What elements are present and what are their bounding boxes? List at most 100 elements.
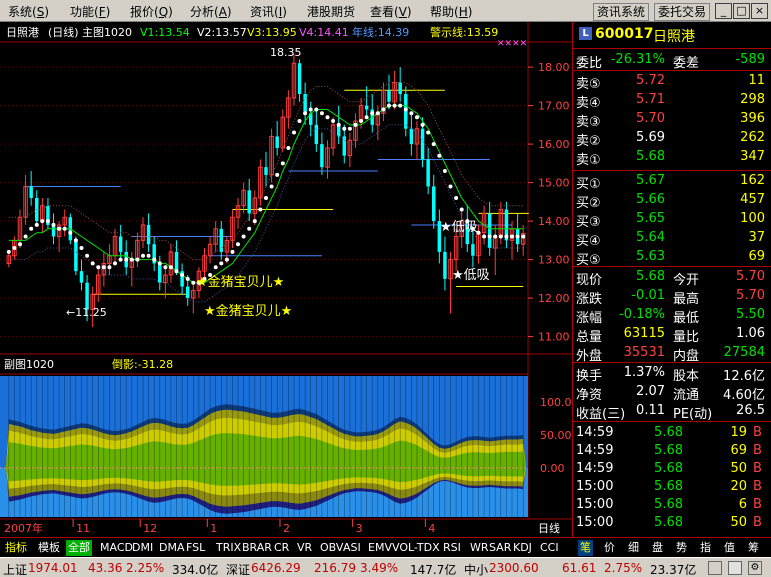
candle-body-down	[342, 136, 347, 156]
indicator-tab[interactable]: 模板	[36, 540, 62, 556]
indicator-tab[interactable]: ASI	[341, 540, 363, 556]
date-axis: 2007年 11 12 1 2 3 4 日线	[4, 519, 560, 535]
sell-level-row: 卖② 5.69 262	[573, 129, 771, 149]
zx-index: 2300.60	[489, 561, 539, 575]
kline-chart[interactable]: 18.00 17.00 16.00 15.00 14.00 13.00 12.00 11.00…	[0, 22, 572, 537]
ma-white-dot	[68, 230, 73, 235]
ma-white-dot	[448, 184, 453, 189]
indicator-tab[interactable]: DMA	[157, 540, 187, 556]
menu-system[interactable]: 系统(S)	[8, 3, 49, 20]
stock-l-icon: L	[579, 27, 592, 40]
ma-white-dot	[129, 257, 134, 262]
candle-body-down	[320, 144, 324, 168]
stat-label: 总量	[576, 330, 603, 345]
stat-label: 流通	[673, 388, 700, 403]
candle-body-down	[247, 190, 251, 214]
sell-level-label: 卖④	[576, 96, 601, 111]
indicator-tab[interactable]: 指标	[3, 540, 29, 556]
sz-change: 216.79	[314, 561, 356, 575]
panel-tab[interactable]: 势	[674, 540, 689, 556]
sh-change: 43.36	[88, 561, 123, 575]
candle-body-down	[118, 236, 123, 252]
trade-button[interactable]: 委托交易	[654, 3, 711, 21]
indicator-tab[interactable]: RSI	[441, 540, 463, 556]
tick-time: 15:00	[576, 479, 614, 494]
ma-white-dot	[141, 253, 145, 258]
settings-icon[interactable]: ⚙	[748, 561, 762, 575]
menu-info[interactable]: 资讯(I)	[250, 3, 287, 20]
menu-hk-futures[interactable]: 港股期货	[307, 3, 355, 20]
ma-white-dot	[163, 265, 168, 270]
ma-white-dot	[454, 196, 459, 200]
chart-area[interactable]: 18.00 17.00 16.00 15.00 14.00 13.00 12.00 11.00…	[0, 22, 572, 537]
ma-white-dot	[359, 119, 364, 123]
v4-value: V4:14.41	[299, 26, 349, 39]
menu-quote[interactable]: 报价(Q)	[130, 3, 173, 20]
sell-level-row: 卖③ 5.70 396	[573, 110, 771, 130]
indicator-tab[interactable]: DMI	[130, 540, 155, 556]
ma-white-dot	[342, 126, 347, 131]
ma-white-dot	[146, 253, 151, 258]
buy-level-label: 买③	[576, 215, 601, 230]
indicator-tab[interactable]: 全部	[66, 540, 92, 556]
ma-white-dot	[135, 257, 140, 262]
indicator-tab[interactable]: VOL-TDX	[390, 540, 442, 556]
ma-white-dot	[264, 196, 268, 200]
warning-line-value: 警示线:13.59	[430, 25, 498, 39]
indicator-tab[interactable]: CCI	[538, 540, 561, 556]
candle-body-down	[29, 186, 33, 198]
ma-white-dot	[57, 226, 62, 231]
candle-body-down	[426, 159, 430, 187]
menu-function[interactable]: 功能(F)	[70, 3, 110, 20]
stat-label: 换手	[576, 369, 603, 384]
indicator-tab[interactable]: SAR	[487, 540, 513, 556]
panel-tab[interactable]: 价	[602, 540, 617, 556]
panel-tab[interactable]: 筹	[746, 540, 761, 556]
ma-white-dot	[280, 161, 285, 166]
candle-body-down	[443, 251, 447, 279]
sell-volume: 347	[740, 149, 765, 164]
panel-tab[interactable]: 盘	[650, 540, 665, 556]
candle-body-down	[297, 63, 302, 95]
tick-row: 14:59 5.68 50 B	[573, 460, 771, 479]
ma-white-dot	[286, 146, 291, 150]
main-chart-name: 日照港	[6, 26, 39, 39]
bid-ask-ratio-row: 委比 -26.31% 委差 -589	[573, 51, 771, 71]
panel-tab[interactable]: 细	[626, 540, 641, 556]
menu-help[interactable]: 帮助(H)	[430, 3, 472, 20]
status-bar: 上证 1974.01 43.36 2.25% 334.0亿 深证 6426.29…	[0, 557, 771, 577]
info-system-button[interactable]: 资讯系统	[593, 3, 650, 21]
indicator-tab[interactable]: VR	[295, 540, 314, 556]
close-button[interactable]: ×	[751, 3, 768, 19]
high-price-label: 18.35	[270, 46, 302, 59]
tick-row: 14:59 5.68 19 B	[573, 424, 771, 443]
candle-body-down	[364, 105, 369, 110]
date-tick-label: 4	[428, 522, 435, 535]
panel-tab[interactable]: 笔	[578, 540, 593, 556]
notify-icon[interactable]	[708, 561, 722, 575]
ma-white-dot	[85, 253, 90, 258]
signal-label-2: ★金猪宝贝儿★	[204, 303, 292, 319]
stat-value: 5.50	[736, 307, 765, 322]
sh-percent: 2.25%	[126, 561, 165, 575]
minimize-button[interactable]: _	[715, 3, 732, 19]
buy-price: 5.65	[636, 211, 665, 226]
indicator-tab[interactable]: KDJ	[511, 540, 534, 556]
indicator-tab[interactable]: TRIX	[214, 540, 243, 556]
sell-price: 5.70	[636, 111, 665, 126]
maximize-button[interactable]: □	[733, 3, 750, 19]
panel-tab[interactable]: 指	[698, 540, 713, 556]
candle-body-down	[471, 244, 475, 256]
indicator-tab[interactable]: CR	[272, 540, 291, 556]
connection-icon[interactable]	[728, 561, 742, 575]
panel-tab[interactable]: 值	[722, 540, 737, 556]
indicator-tab[interactable]: FSL	[184, 540, 207, 556]
quote-stat-row: 总量 63115 量比 1.06	[573, 325, 771, 345]
sell-level-label: 卖①	[576, 153, 601, 168]
tick-volume: 69	[730, 443, 747, 458]
indicator-tab[interactable]: BRAR	[240, 540, 274, 556]
menu-analysis[interactable]: 分析(A)	[190, 3, 232, 20]
buy-price: 5.63	[636, 249, 665, 264]
menu-view[interactable]: 查看(V)	[370, 3, 412, 20]
ma-white-dot	[493, 234, 498, 239]
